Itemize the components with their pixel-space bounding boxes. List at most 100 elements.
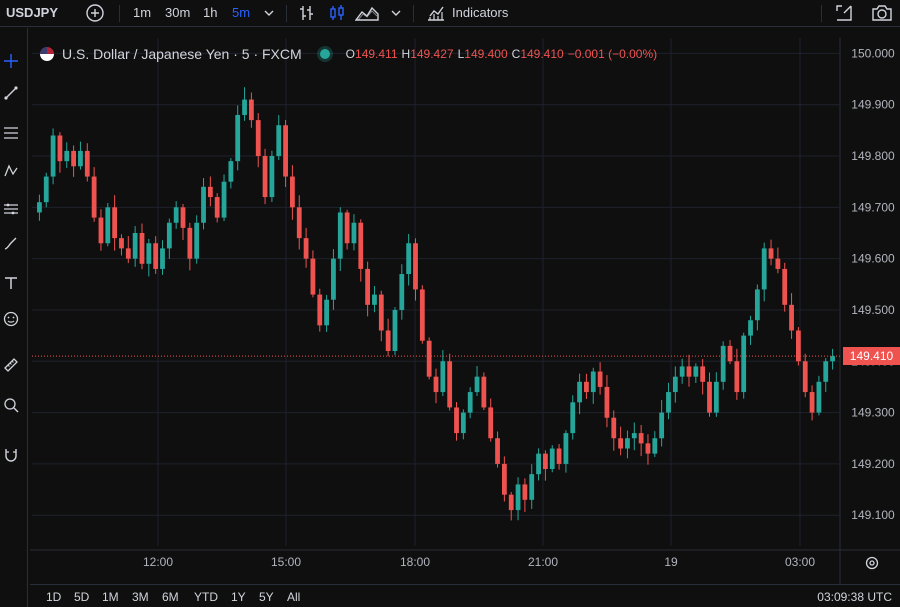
candle-body [686, 366, 692, 377]
candle-body [235, 114, 241, 162]
candle-body [515, 484, 521, 511]
ohlc-change: −0.001 (−0.00%) [568, 47, 657, 61]
candle-body [112, 207, 118, 239]
market-status-icon[interactable] [319, 49, 330, 59]
candle-body [713, 381, 719, 413]
candle-body [775, 258, 781, 269]
last-price-label: 149.410 [843, 347, 900, 366]
zoom-tool[interactable] [0, 394, 22, 416]
indicators-icon [428, 6, 444, 21]
candle-body [242, 99, 247, 115]
toolbar-separator [413, 5, 414, 22]
candle-body [276, 125, 282, 157]
fullscreen-icon [836, 5, 852, 21]
candle-body [495, 438, 500, 464]
x-tick-label: 03:00 [785, 555, 815, 569]
candle-body [153, 243, 159, 269]
forecast-tool[interactable] [0, 198, 22, 220]
bars-icon [300, 6, 313, 20]
timeframe-1m[interactable]: 1m [133, 5, 151, 20]
range-ytd[interactable]: YTD [194, 590, 218, 604]
range-1y[interactable]: 1Y [231, 590, 246, 604]
candle-body [37, 202, 42, 213]
candle-body [166, 222, 172, 249]
candle-body [481, 376, 487, 408]
chart-settings-button[interactable] [864, 555, 882, 573]
candle-body [426, 340, 432, 377]
candle-body [816, 381, 822, 413]
candle-body [782, 268, 788, 305]
candle-body [597, 371, 603, 387]
range-6m[interactable]: 6M [162, 590, 179, 604]
candle-body [720, 345, 726, 382]
range-5d[interactable]: 5D [74, 590, 89, 604]
smiley-icon [3, 311, 19, 327]
candle-body [125, 248, 131, 259]
timeframe-30m[interactable]: 30m [165, 5, 190, 20]
timeframe-5m[interactable]: 5m [232, 5, 250, 20]
compare-add-button[interactable] [84, 3, 106, 23]
candle-body [830, 356, 835, 362]
bar-style-button[interactable] [296, 3, 318, 23]
utc-clock[interactable]: 03:09:38 UTC [817, 590, 892, 604]
area-style-button[interactable] [354, 3, 380, 23]
candle-body [618, 438, 624, 449]
chart-type-dropdown-button[interactable] [387, 3, 405, 23]
candle-body [659, 412, 665, 439]
chart-pane[interactable]: 150.000 149.900 149.800 149.700 149.600 149.5… [30, 38, 900, 607]
candle-body [351, 222, 357, 244]
series-title[interactable]: U.S. Dollar / Japanese Yen · 5 · FXCM [62, 46, 302, 62]
text-tool[interactable] [0, 272, 22, 294]
fib-tool[interactable] [0, 122, 22, 144]
brush-tool[interactable] [0, 232, 22, 254]
emoji-tool[interactable] [0, 308, 22, 330]
candle-body [440, 361, 446, 393]
candle-body [64, 150, 70, 162]
symbol-search-button[interactable]: USDJPY [6, 5, 58, 20]
range-1d[interactable]: 1D [46, 590, 61, 604]
candle-body [385, 330, 391, 352]
candle-body [577, 381, 582, 403]
candle-body [160, 248, 165, 269]
magnet-icon [5, 449, 17, 462]
candle-body [419, 289, 425, 341]
candles-style-button[interactable] [326, 3, 348, 23]
candle-body [98, 217, 104, 244]
candle-body [317, 294, 323, 326]
x-tick-label: 18:00 [400, 555, 430, 569]
ruler-tool[interactable] [0, 354, 22, 376]
timeframe-1h[interactable]: 1h [203, 5, 217, 20]
timeframe-dropdown-button[interactable] [260, 3, 278, 23]
magnet-tool[interactable] [0, 444, 22, 466]
snapshot-button[interactable] [870, 3, 894, 23]
pattern-tool[interactable] [0, 160, 22, 182]
y-tick-label: 149.100 [851, 508, 895, 522]
candle-body [707, 381, 712, 413]
close-value: 149.410 [520, 47, 564, 61]
y-tick-label: 149.300 [851, 406, 895, 420]
price-chart[interactable]: 150.000 149.900 149.800 149.700 149.600 149.5… [30, 38, 900, 584]
x-tick-label: 21:00 [528, 555, 558, 569]
candle-body [269, 156, 275, 198]
toolbar-separator [286, 5, 287, 22]
indicators-button[interactable]: Indicators [452, 5, 508, 20]
candle-body [119, 238, 124, 249]
fullscreen-button[interactable] [832, 3, 856, 23]
range-1m[interactable]: 1M [102, 590, 119, 604]
toolbar-separator [119, 5, 120, 22]
crosshair-tool[interactable] [0, 50, 22, 72]
candle-body [228, 161, 234, 182]
indicators-icon-wrap[interactable] [424, 3, 448, 23]
change-value: −0.001 (−0.00%) [567, 47, 658, 61]
candle-body [84, 150, 90, 177]
candle-body [570, 402, 576, 434]
range-all[interactable]: All [287, 590, 300, 604]
candle-body [399, 274, 405, 310]
trend-line-tool[interactable] [0, 82, 22, 104]
range-3m[interactable]: 3M [132, 590, 149, 604]
candle-body [139, 232, 145, 264]
candle-body [290, 176, 295, 208]
candle-body [78, 150, 83, 167]
gear-icon [865, 556, 879, 570]
range-5y[interactable]: 5Y [259, 590, 274, 604]
